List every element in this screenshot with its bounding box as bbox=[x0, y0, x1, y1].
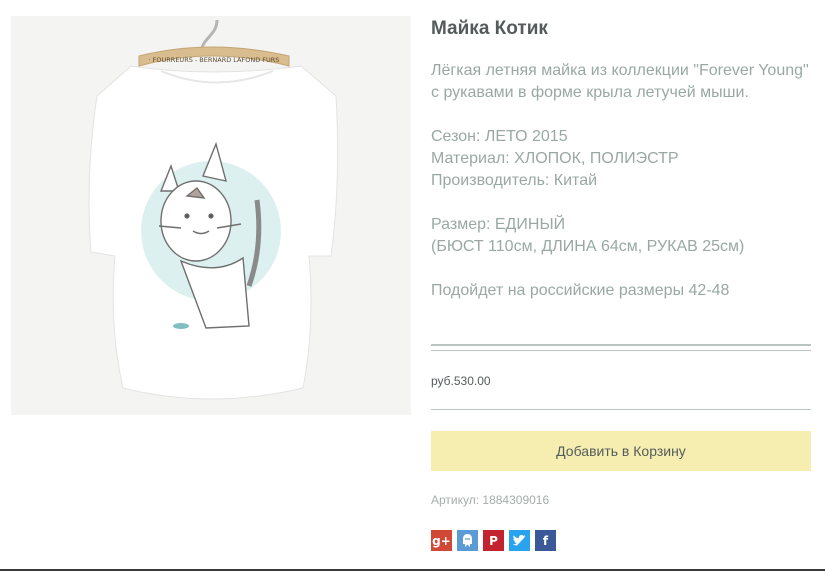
twitter-icon[interactable] bbox=[509, 530, 530, 551]
product-image[interactable]: · FOURREURS - BERNARD LAFOND FURS bbox=[11, 16, 411, 415]
pinterest-label: P bbox=[489, 533, 498, 548]
google-plus-icon[interactable]: g+ bbox=[431, 530, 452, 551]
share-buttons: g+ P f bbox=[431, 530, 556, 551]
pinterest-icon[interactable]: P bbox=[483, 530, 504, 551]
vk-logo bbox=[463, 534, 472, 547]
fit-note: Подойдет на российские размеры 42-48 bbox=[431, 282, 730, 299]
product-title: Майка Котик bbox=[431, 18, 548, 39]
description-text: Лёгкая летняя майка из коллекции "Foreve… bbox=[431, 62, 809, 101]
size-details: (БЮСТ 110см, ДЛИНА 64см, РУКАВ 25см) bbox=[431, 238, 745, 255]
material-spec: Материал: ХЛОПОК, ПОЛИЭСТР bbox=[431, 150, 679, 167]
product-sku: Артикул: 1884309016 bbox=[431, 493, 550, 507]
twitter-bird bbox=[512, 534, 526, 545]
size-spec: Размер: ЕДИНЫЙ bbox=[431, 216, 566, 233]
add-to-cart-button[interactable]: Добавить в Корзину bbox=[431, 431, 811, 471]
hanger-label: · FOURREURS - BERNARD LAFOND FURS bbox=[149, 56, 280, 64]
divider bbox=[431, 344, 811, 351]
vk-icon[interactable] bbox=[457, 530, 478, 551]
divider bbox=[431, 409, 811, 410]
google-plus-label: g+ bbox=[432, 533, 451, 548]
product-description: Лёгкая летняя майка из коллекции "Foreve… bbox=[431, 60, 811, 302]
facebook-label: f bbox=[542, 533, 549, 548]
season-spec: Сезон: ЛЕТО 2015 bbox=[431, 128, 568, 145]
manufacturer-spec: Производитель: Китай bbox=[431, 172, 598, 189]
facebook-icon[interactable]: f bbox=[535, 530, 556, 551]
product-info: Майка Котик Лёгкая летняя майка из колле… bbox=[431, 16, 811, 551]
product-price: руб.530.00 bbox=[431, 374, 491, 388]
